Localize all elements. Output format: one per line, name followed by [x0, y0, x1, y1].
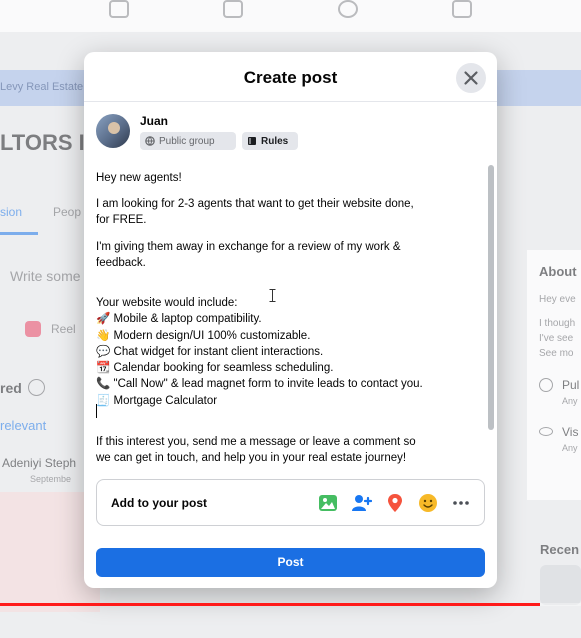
post-text-line: we can get in touch, and help you in you…: [96, 452, 407, 464]
text-caret: [96, 404, 97, 418]
tag-people-icon[interactable]: [350, 492, 372, 514]
avatar-face: [108, 122, 120, 134]
video-progress-bar[interactable]: [0, 603, 581, 606]
video-progress-fill: [0, 603, 541, 606]
photo-video-icon[interactable]: [317, 492, 339, 514]
more-options-icon[interactable]: [450, 492, 472, 514]
post-text-line: 🚀 Mobile & laptop compatibility.: [96, 313, 262, 325]
text-cursor-icon: [269, 289, 276, 302]
create-post-dialog: Create post Juan Public group Rules Hey …: [84, 52, 497, 588]
post-text-line: If this interest you, send me a message …: [96, 436, 416, 448]
audience-selector[interactable]: Public group: [140, 132, 236, 150]
post-text-line: 👋 Modern design/UI 100% customizable.: [96, 330, 311, 342]
user-name: Juan: [140, 114, 169, 128]
post-text-line: feedback.: [96, 257, 146, 269]
post-text-line: for FREE.: [96, 214, 147, 226]
add-to-post-label: Add to your post: [111, 496, 207, 510]
feeling-activity-icon[interactable]: [417, 492, 439, 514]
globe-icon: [145, 136, 155, 146]
post-button[interactable]: Post: [96, 548, 485, 577]
dialog-title: Create post: [243, 68, 338, 87]
post-text-line: 📆 Calendar booking for seamless scheduli…: [96, 362, 334, 374]
post-text-line: 📞 "Call Now" & lead magnet form to invit…: [96, 378, 423, 390]
scrollbar[interactable]: [488, 165, 494, 430]
location-icon[interactable]: [384, 492, 406, 514]
post-text-line: Your website would include:: [96, 297, 238, 309]
rules-button[interactable]: Rules: [242, 132, 298, 150]
book-icon: [248, 137, 256, 145]
post-text-area[interactable]: Hey new agents! I am looking for 2-3 age…: [96, 164, 476, 468]
post-text-line: I am looking for 2-3 agents that want to…: [96, 198, 414, 210]
post-text-line: 💬 Chat widget for instant client interac…: [96, 346, 324, 358]
avatar[interactable]: [96, 114, 130, 148]
close-icon: [464, 71, 478, 85]
post-text-line: I'm giving them away in exchange for a r…: [96, 241, 401, 253]
dialog-header: Create post: [84, 52, 497, 102]
close-button[interactable]: [456, 63, 486, 93]
post-text-line: Hey new agents!: [96, 172, 182, 184]
post-text-line: 🧾 Mortgage Calculator: [96, 395, 218, 407]
rules-label: Rules: [261, 135, 289, 147]
add-to-post-bar: Add to your post: [96, 479, 485, 526]
audience-label: Public group: [159, 135, 215, 147]
